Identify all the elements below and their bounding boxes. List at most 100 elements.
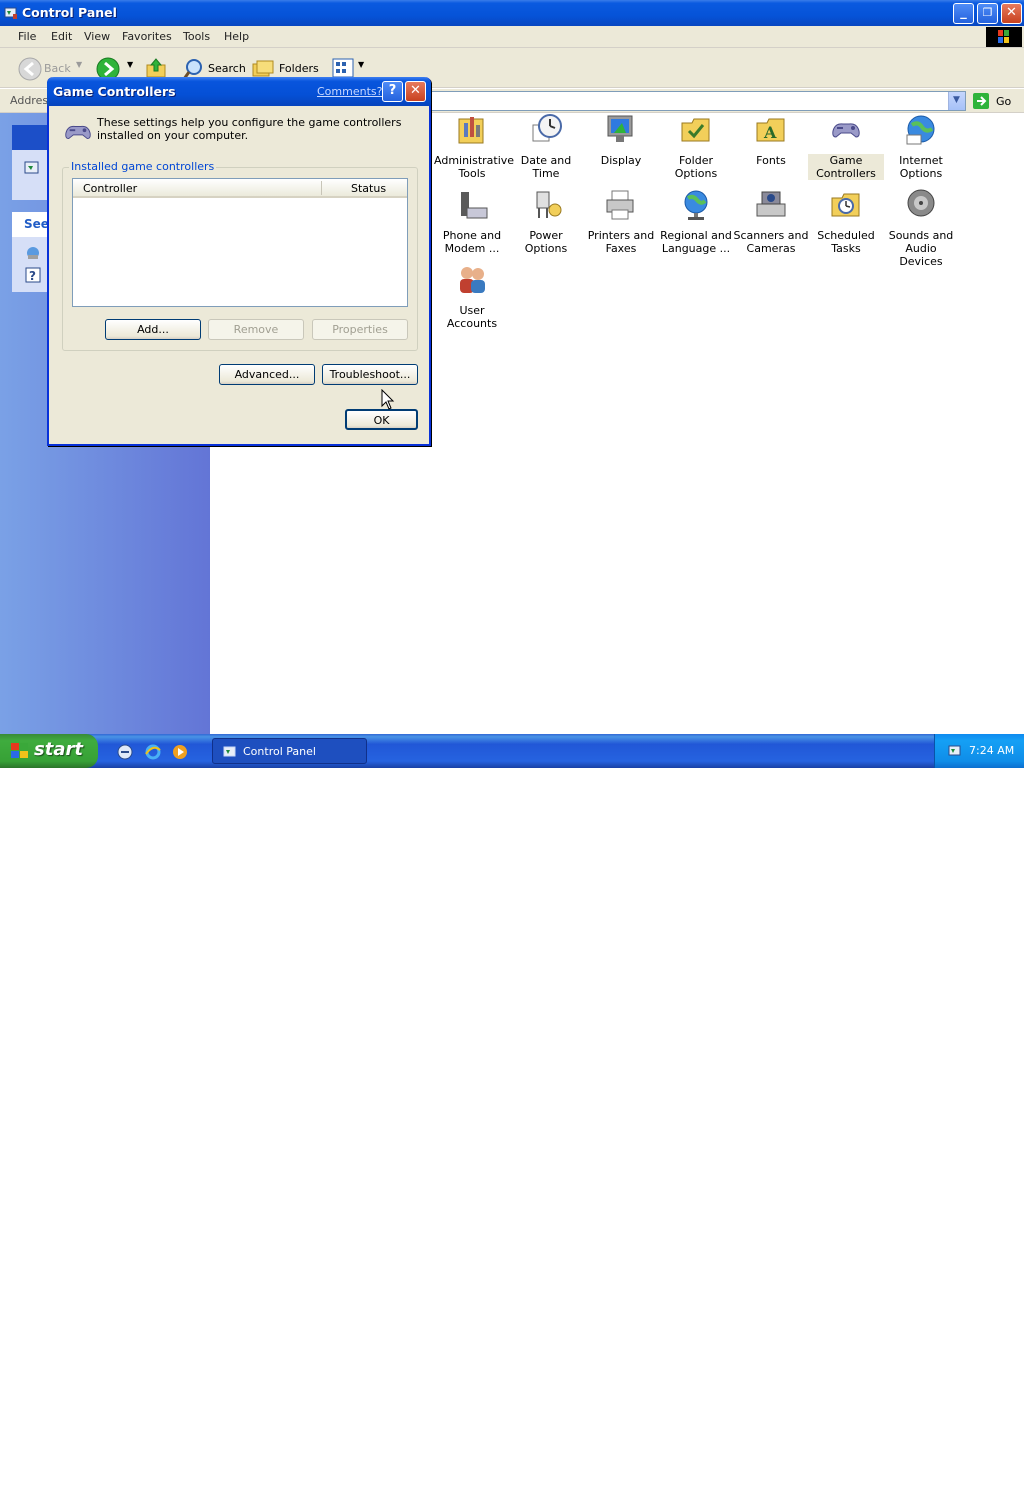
back-arrow-icon <box>18 57 42 81</box>
properties-button[interactable]: Properties <box>312 319 408 340</box>
cp-item-power-options[interactable]: Power Options <box>508 188 584 255</box>
comments-link[interactable]: Comments? <box>317 85 382 98</box>
cp-item-scanners-and-cameras[interactable]: Scanners and Cameras <box>733 188 809 255</box>
media-player-icon[interactable] <box>172 744 188 760</box>
minimize-button[interactable]: _ <box>953 3 974 24</box>
address-input[interactable]: ▼ <box>428 91 966 111</box>
svg-text:A: A <box>763 123 777 142</box>
column-status[interactable]: Status <box>351 182 386 195</box>
cp-item-label: Printers and Faxes <box>587 229 655 255</box>
phone-icon <box>461 192 488 219</box>
group-label: Installed game controllers <box>69 160 217 173</box>
cp-item-internet-options[interactable]: Internet Options <box>883 113 959 180</box>
scanner-icon <box>756 191 786 217</box>
cp-item-label: Game Controllers <box>808 154 884 180</box>
show-desktop-icon[interactable] <box>117 744 133 760</box>
menu-help[interactable]: Help <box>224 30 249 43</box>
cp-item-label: Folder Options <box>674 154 718 180</box>
control-panel-icon <box>223 746 236 757</box>
advanced-button[interactable]: Advanced... <box>219 364 315 385</box>
ok-button[interactable]: OK <box>345 409 418 430</box>
windows-update-icon[interactable] <box>25 245 41 261</box>
cp-item-label: Power Options <box>524 229 568 255</box>
cp-item-sounds-and-audio-devices[interactable]: Sounds and Audio Devices <box>883 188 959 268</box>
cp-item-label: Scheduled Tasks <box>817 229 875 255</box>
cp-item-label: User Accounts <box>446 304 498 330</box>
cp-item-administrative-tools[interactable]: Administrative Tools <box>434 113 515 180</box>
tasks-folder-icon <box>831 193 860 217</box>
installed-controllers-group: Installed game controllers Controller St… <box>62 160 418 351</box>
tray-network-icon[interactable] <box>947 743 963 759</box>
menu-edit[interactable]: Edit <box>51 30 72 43</box>
cp-item-label: Sounds and Audio Devices <box>888 229 954 268</box>
help-icon[interactable]: ? <box>25 267 41 283</box>
dialog-description: These settings help you configure the ga… <box>97 116 402 142</box>
column-controller[interactable]: Controller <box>83 182 137 195</box>
game-controllers-dialog: Game Controllers Comments? ? ✕ These set… <box>47 77 431 446</box>
speaker-icon <box>907 189 935 217</box>
printer-icon <box>606 190 634 220</box>
cp-item-date-and-time[interactable]: Date and Time <box>508 113 584 180</box>
clock[interactable]: 7:24 AM <box>969 744 1014 757</box>
cp-item-folder-options[interactable]: Folder Options <box>658 113 734 180</box>
add-button[interactable]: Add... <box>105 319 201 340</box>
list-header: Controller Status <box>73 179 407 198</box>
switch-view-icon[interactable] <box>24 160 40 176</box>
address-dropdown-button[interactable]: ▼ <box>948 92 965 110</box>
taskbar-control-panel-button[interactable]: Control Panel <box>212 738 367 764</box>
internet-explorer-icon[interactable] <box>145 744 161 760</box>
taskbar: start Control Panel The Collection Book … <box>0 734 1024 1487</box>
system-tray: 7:24 AM <box>934 734 1024 768</box>
cp-item-label: Phone and Modem ... <box>442 229 502 255</box>
watermark-text: The Collection Book <box>836 1467 1005 1487</box>
cp-item-phone-and-modem[interactable]: Phone and Modem ... <box>434 188 510 255</box>
folder-icon <box>681 118 710 142</box>
svg-text:?: ? <box>29 269 36 283</box>
windows-flag-icon <box>11 743 28 758</box>
remove-button[interactable]: Remove <box>208 319 304 340</box>
clock-icon <box>532 114 562 142</box>
cp-item-label: Date and Time <box>520 154 572 180</box>
go-arrow-icon <box>973 93 989 109</box>
controllers-list[interactable]: Controller Status <box>72 178 408 307</box>
cp-item-label: Internet Options <box>899 154 943 180</box>
menu-favorites[interactable]: Favorites <box>122 30 172 43</box>
cp-item-user-accounts[interactable]: User Accounts <box>434 263 510 330</box>
power-icon <box>536 191 562 218</box>
start-button[interactable]: start <box>0 734 98 768</box>
dialog-title: Game Controllers <box>53 84 176 99</box>
menu-view[interactable]: View <box>84 30 110 43</box>
window-titlebar[interactable]: Control Panel _ ❐ ✕ <box>0 0 1024 26</box>
mouse-cursor-icon <box>381 389 395 410</box>
cp-item-display[interactable]: Display <box>583 113 659 167</box>
cp-item-printers-and-faxes[interactable]: Printers and Faxes <box>583 188 659 255</box>
globe-stand-icon <box>684 190 708 220</box>
help-button[interactable]: ? <box>382 81 403 102</box>
window-title: Control Panel <box>22 5 117 20</box>
cp-item-label: Administrative Tools <box>434 154 515 180</box>
close-button[interactable]: ✕ <box>1001 3 1022 24</box>
control-panel-icon <box>4 7 17 19</box>
menu-bar: File Edit View Favorites Tools Help <box>0 26 1024 48</box>
cp-item-label: Fonts <box>756 154 786 167</box>
windows-logo-icon <box>986 27 1022 47</box>
restore-button[interactable]: ❐ <box>977 3 998 24</box>
dialog-close-button[interactable]: ✕ <box>405 81 426 102</box>
cp-item-label: Display <box>600 154 642 167</box>
gamepad-icon <box>65 125 91 140</box>
admin-tools-icon <box>458 117 484 144</box>
troubleshoot-button[interactable]: Troubleshoot... <box>322 364 418 385</box>
cp-item-label: Regional and Language ... <box>660 229 732 255</box>
monitor-icon <box>607 115 633 142</box>
cp-item-scheduled-tasks[interactable]: Scheduled Tasks <box>808 188 884 255</box>
menu-file[interactable]: File <box>18 30 36 43</box>
go-button[interactable]: Go <box>972 92 1022 110</box>
cp-item-game-controllers[interactable]: Game Controllers <box>808 113 884 180</box>
menu-tools[interactable]: Tools <box>183 30 210 43</box>
fonts-folder-icon: A <box>756 118 785 142</box>
dialog-titlebar[interactable]: Game Controllers Comments? ? ✕ <box>47 77 431 106</box>
cp-item-regional-and-language[interactable]: Regional and Language ... <box>658 188 734 255</box>
users-icon <box>460 267 485 293</box>
gamepad-icon <box>832 123 860 138</box>
cp-item-fonts[interactable]: A Fonts <box>733 113 809 167</box>
